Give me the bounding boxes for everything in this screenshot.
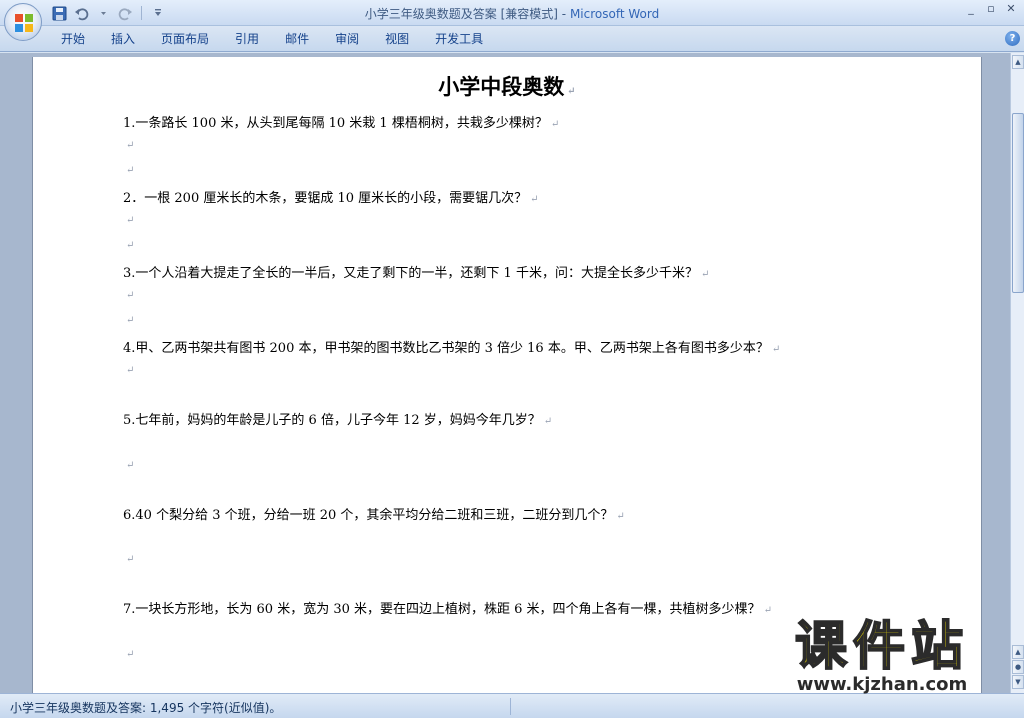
previous-page-button[interactable]: ▲ [1012, 645, 1024, 659]
empty-paragraph: ↵ [123, 137, 134, 152]
question-text: 5.七年前，妈妈的年龄是儿子的 6 倍，儿子今年 12 岁，妈妈今年几岁？ [123, 413, 541, 428]
paragraph-mark: ↵ [550, 119, 560, 130]
paragraph-mark: ↵ [543, 416, 553, 427]
restore-button[interactable]: ▫ [982, 2, 1000, 16]
paragraph-mark: ↵ [530, 194, 539, 205]
question-text: 2．一根 200 厘米长的木条，要锯成 10 厘米长的小段，需要锯几次？ [123, 191, 528, 206]
paragraph-mark: ↵ [567, 86, 576, 97]
empty-paragraph: ↵ [123, 162, 134, 177]
document-page[interactable]: 小学中段奥数 ↵ 1.一条路长 100 米，从头到尾每隔 10 米栽 1 棵梧桐树… [32, 57, 982, 693]
empty-paragraph: ↵ [123, 362, 134, 377]
question-text: 6.40 个梨分给 3 个班，分给一班 20 个，其余平均分给二班和三班，二班分… [123, 508, 614, 523]
office-logo-icon [15, 14, 33, 32]
document-area[interactable]: 小学中段奥数 ↵ 1.一条路长 100 米，从头到尾每隔 10 米栽 1 棵梧桐树… [0, 53, 1010, 693]
tab-page-layout[interactable]: 页面布局 [148, 26, 222, 52]
question-text: 1.一条路长 100 米，从头到尾每隔 10 米栽 1 棵梧桐树，共栽多少棵树？ [123, 116, 548, 131]
tab-review[interactable]: 审阅 [322, 26, 372, 52]
tab-developer[interactable]: 开发工具 [422, 26, 496, 52]
paragraph-mark: ↵ [763, 605, 772, 616]
document-name: 小学三年级奥数题及答案 [兼容模式] [364, 7, 558, 21]
watermark: 课件站 www.kjzhan.com [762, 617, 1002, 698]
paragraph-mark: ↵ [126, 165, 135, 176]
tab-references[interactable]: 引用 [222, 26, 272, 52]
app-name: Microsoft Word [569, 7, 660, 21]
document-title-text: 小学中段奥数 [438, 74, 565, 99]
ribbon-tab-bar: 开始 插入 页面布局 引用 邮件 审阅 视图 开发工具 ? [0, 26, 1024, 52]
scroll-thumb[interactable] [1012, 113, 1024, 293]
tab-mailings[interactable]: 邮件 [272, 26, 322, 52]
watermark-logo-text: 课件站 [794, 617, 969, 677]
empty-paragraph: ↵ [123, 646, 134, 661]
paragraph-mark: ↵ [700, 269, 710, 280]
watermark-url: www.kjzhan.com [796, 674, 968, 695]
close-button[interactable]: ✕ [1002, 2, 1020, 16]
paragraph-mark: ↵ [126, 649, 135, 660]
question-4: 4.甲、乙两书架共有图书 200 本，甲书架的图书数比乙书架的 3 倍少 16 … [123, 337, 780, 356]
title-separator: - [557, 7, 570, 21]
paragraph-mark: ↵ [126, 240, 135, 251]
paragraph-mark: ↵ [126, 554, 135, 565]
document-title: 小学中段奥数 ↵ [33, 71, 981, 101]
help-button[interactable]: ? [1005, 31, 1020, 46]
question-text: 7.一块长方形地，长为 60 米，宽为 30 米，要在四边上植树，株距 6 米，… [123, 602, 761, 617]
question-5: 5.七年前，妈妈的年龄是儿子的 6 倍，儿子今年 12 岁，妈妈今年几岁？ ↵ [123, 409, 552, 428]
empty-paragraph: ↵ [123, 312, 134, 327]
paragraph-mark: ↵ [126, 290, 135, 301]
next-page-button[interactable]: ▼ [1012, 675, 1024, 689]
tab-insert[interactable]: 插入 [98, 26, 148, 52]
office-button[interactable] [4, 3, 42, 41]
question-text: 4.甲、乙两书架共有图书 200 本，甲书架的图书数比乙书架的 3 倍少 16 … [123, 341, 769, 356]
vertical-scrollbar[interactable]: ▲ ▲ ● ▼ [1010, 53, 1024, 693]
question-7: 7.一块长方形地，长为 60 米，宽为 30 米，要在四边上植树，株距 6 米，… [123, 598, 772, 617]
question-text: 3.一个人沿着大提走了全长的一半后，又走了剩下的一半，还剩下 1 千米，问：大提… [123, 266, 698, 281]
empty-paragraph: ↵ [123, 237, 134, 252]
paragraph-mark: ↵ [126, 315, 135, 326]
scroll-up-button[interactable]: ▲ [1012, 55, 1024, 69]
browse-object-button[interactable]: ● [1012, 660, 1024, 674]
question-2: 2．一根 200 厘米长的木条，要锯成 10 厘米长的小段，需要锯几次？ ↵ [123, 187, 539, 206]
question-6: 6.40 个梨分给 3 个班，分给一班 20 个，其余平均分给二班和三班，二班分… [123, 504, 625, 523]
paragraph-mark: ↵ [126, 365, 135, 376]
paragraph-mark: ↵ [126, 140, 135, 151]
window-title: 小学三年级奥数题及答案 [兼容模式] - Microsoft Word [0, 5, 1024, 22]
status-divider [510, 698, 511, 715]
empty-paragraph: ↵ [123, 212, 134, 227]
window-controls: _ ▫ ✕ [962, 2, 1020, 16]
ribbon-tabs: 开始 插入 页面布局 引用 邮件 审阅 视图 开发工具 [48, 26, 496, 52]
tab-view[interactable]: 视图 [372, 26, 422, 52]
question-3: 3.一个人沿着大提走了全长的一半后，又走了剩下的一半，还剩下 1 千米，问：大提… [123, 262, 709, 281]
paragraph-mark: ↵ [616, 511, 625, 522]
paragraph-mark: ↵ [771, 344, 781, 355]
paragraph-mark: ↵ [126, 215, 135, 226]
question-1: 1.一条路长 100 米，从头到尾每隔 10 米栽 1 棵梧桐树，共栽多少棵树？… [123, 112, 559, 131]
empty-paragraph: ↵ [123, 551, 134, 566]
paragraph-mark: ↵ [126, 460, 135, 471]
empty-paragraph: ↵ [123, 457, 134, 472]
title-bar: 小学三年级奥数题及答案 [兼容模式] - Microsoft Word _ ▫ … [0, 0, 1024, 26]
minimize-button[interactable]: _ [962, 2, 980, 16]
tab-home[interactable]: 开始 [48, 26, 98, 52]
empty-paragraph: ↵ [123, 287, 134, 302]
status-word-count[interactable]: 小学三年级奥数题及答案: 1,495 个字符(近似值)。 [10, 699, 281, 716]
